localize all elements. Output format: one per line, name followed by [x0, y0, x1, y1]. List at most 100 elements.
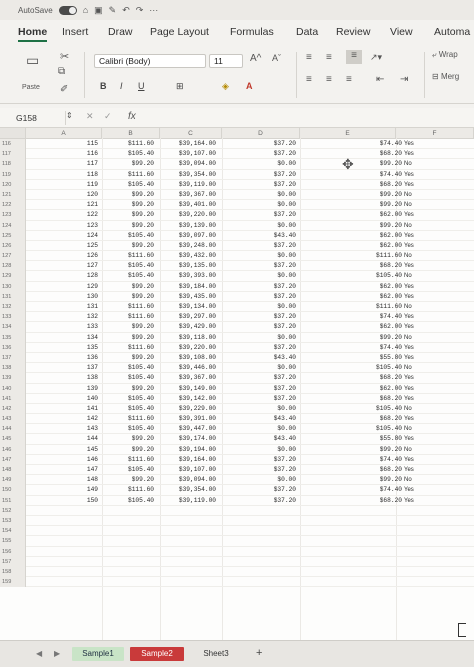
table-row[interactable]: 146 145 $99.20 $39,194.00 $0.00 $99.20 No	[0, 444, 474, 455]
cell-f[interactable]: No	[404, 445, 412, 455]
table-row[interactable]: 152	[0, 505, 474, 516]
tab-data[interactable]: Data	[296, 26, 318, 38]
cell-e[interactable]: $99.20	[380, 475, 402, 485]
cell-e[interactable]: $68.20	[380, 373, 402, 383]
table-row[interactable]: 124 123 $99.20 $39,139.00 $0.00 $99.20 No	[0, 220, 474, 231]
cell-d[interactable]: $0.00	[277, 251, 296, 261]
cell-c[interactable]: $39,119.00	[179, 496, 216, 506]
sheet-tab-sheet3[interactable]: Sheet3	[190, 647, 242, 661]
align-bottom-icon[interactable]: ≡	[346, 50, 362, 64]
cell-c[interactable]: $39,184.00	[179, 282, 216, 292]
cell-a[interactable]: 118	[87, 170, 98, 180]
cell-d[interactable]: $37.20	[274, 292, 296, 302]
bold-button[interactable]: B	[100, 81, 107, 91]
cell-b[interactable]: $99.20	[132, 210, 154, 220]
tab-insert[interactable]: Insert	[62, 26, 88, 38]
column-header-b[interactable]: B	[102, 128, 160, 139]
row-number[interactable]: 127	[0, 251, 26, 262]
cell-c[interactable]: $39,229.00	[179, 404, 216, 414]
table-row[interactable]: 147 146 $111.60 $39,164.00 $37.20 $74.40 Yes	[0, 454, 474, 466]
cell-b[interactable]: $99.20	[132, 221, 154, 231]
row-number[interactable]: 136	[0, 342, 26, 353]
row-number[interactable]: 123	[0, 210, 26, 221]
cell-c[interactable]: $39,164.00	[179, 139, 216, 149]
cell-a[interactable]: 121	[87, 200, 98, 210]
cell-d[interactable]: $0.00	[277, 190, 296, 200]
cell-e[interactable]: $74.40	[380, 170, 402, 180]
borders-icon[interactable]: ⊞	[176, 81, 184, 92]
cell-a[interactable]: 125	[87, 241, 98, 251]
cell-d[interactable]: $0.00	[277, 363, 296, 373]
align-right-icon[interactable]: ≡	[346, 74, 352, 85]
select-all-corner[interactable]	[0, 128, 26, 139]
cell-d[interactable]: $0.00	[277, 221, 296, 231]
row-number[interactable]: 122	[0, 200, 26, 211]
tab-review[interactable]: Review	[336, 26, 370, 38]
row-number[interactable]: 126	[0, 240, 26, 252]
cut-icon[interactable]: ✂	[60, 50, 69, 63]
cell-b[interactable]: $105.40	[128, 404, 154, 414]
cell-b[interactable]: $111.60	[128, 485, 154, 495]
cell-a[interactable]: 128	[87, 271, 98, 281]
cell-c[interactable]: $39,094.00	[179, 475, 216, 485]
row-number[interactable]: 116	[0, 139, 26, 150]
row-number[interactable]: 152	[0, 505, 26, 516]
column-header-e[interactable]: E	[300, 128, 396, 139]
cell-c[interactable]: $39,429.00	[179, 322, 216, 332]
cell-b[interactable]: $99.20	[132, 445, 154, 455]
cell-d[interactable]: $37.20	[274, 485, 296, 495]
cell-c[interactable]: $39,142.00	[179, 394, 216, 404]
cell-d[interactable]: $0.00	[277, 200, 296, 210]
cell-f[interactable]: No	[404, 333, 412, 343]
cell-a[interactable]: 117	[87, 159, 98, 169]
home-icon[interactable]: ⌂	[83, 5, 88, 15]
cell-d[interactable]: $0.00	[277, 424, 296, 434]
cell-d[interactable]: $37.20	[274, 496, 296, 506]
cell-b[interactable]: $99.20	[132, 384, 154, 394]
table-row[interactable]: 149 148 $99.20 $39,094.00 $0.00 $99.20 No	[0, 475, 474, 486]
cell-e[interactable]: $68.20	[380, 496, 402, 506]
tab-page-layout[interactable]: Page Layout	[150, 26, 209, 38]
cell-f[interactable]: Yes	[404, 434, 414, 444]
cell-b[interactable]: $99.20	[132, 475, 154, 485]
column-header-d[interactable]: D	[222, 128, 300, 139]
cell-a[interactable]: 116	[87, 149, 98, 159]
row-number[interactable]: 153	[0, 515, 26, 527]
tab-view[interactable]: View	[390, 26, 413, 38]
cell-c[interactable]: $39,174.00	[179, 434, 216, 444]
cell-d[interactable]: $37.20	[274, 170, 296, 180]
increase-indent-icon[interactable]: ⇥	[400, 74, 408, 85]
save-icon[interactable]: ▣	[94, 5, 103, 16]
cell-c[interactable]: $39,401.00	[179, 200, 216, 210]
cell-c[interactable]: $39,393.00	[179, 271, 216, 281]
table-row[interactable]: 157	[0, 556, 474, 567]
cell-f[interactable]: Yes	[404, 180, 414, 190]
shrink-font-button[interactable]: Aˇ	[272, 53, 281, 63]
cell-e[interactable]: $62.00	[380, 282, 402, 292]
more-icon[interactable]: ···	[149, 5, 158, 15]
cell-e[interactable]: $68.20	[380, 394, 402, 404]
cell-e[interactable]: $111.60	[376, 251, 402, 261]
column-header-f[interactable]: F	[396, 128, 474, 139]
font-name-select[interactable]: Calibri (Body)	[94, 54, 206, 68]
cell-a[interactable]: 120	[87, 190, 98, 200]
table-row[interactable]: 134 133 $99.20 $39,429.00 $37.20 $62.00 Yes	[0, 322, 474, 333]
cell-e[interactable]: $62.00	[380, 231, 402, 241]
table-row[interactable]: 129 128 $105.40 $39,393.00 $0.00 $105.40 No	[0, 271, 474, 282]
cell-c[interactable]: $39,135.00	[179, 261, 216, 271]
row-number[interactable]: 118	[0, 159, 26, 170]
cell-d[interactable]: $0.00	[277, 333, 296, 343]
table-row[interactable]: 148 147 $105.40 $39,107.00 $37.20 $68.20 Yes	[0, 465, 474, 476]
cell-e[interactable]: $55.80	[380, 353, 402, 363]
wrap-text-button[interactable]: ⤶ Wrap	[432, 50, 458, 60]
row-number[interactable]: 134	[0, 322, 26, 333]
cell-c[interactable]: $39,432.00	[179, 251, 216, 261]
italic-button[interactable]: I	[120, 81, 123, 91]
paste-label[interactable]: Paste	[22, 84, 40, 91]
cell-f[interactable]: Yes	[404, 353, 414, 363]
cell-c[interactable]: $39,119.00	[179, 180, 216, 190]
name-box[interactable]: G158	[12, 111, 66, 125]
cell-c[interactable]: $39,447.00	[179, 424, 216, 434]
cell-e[interactable]: $74.40	[380, 343, 402, 353]
table-row[interactable]: 159	[0, 577, 474, 588]
